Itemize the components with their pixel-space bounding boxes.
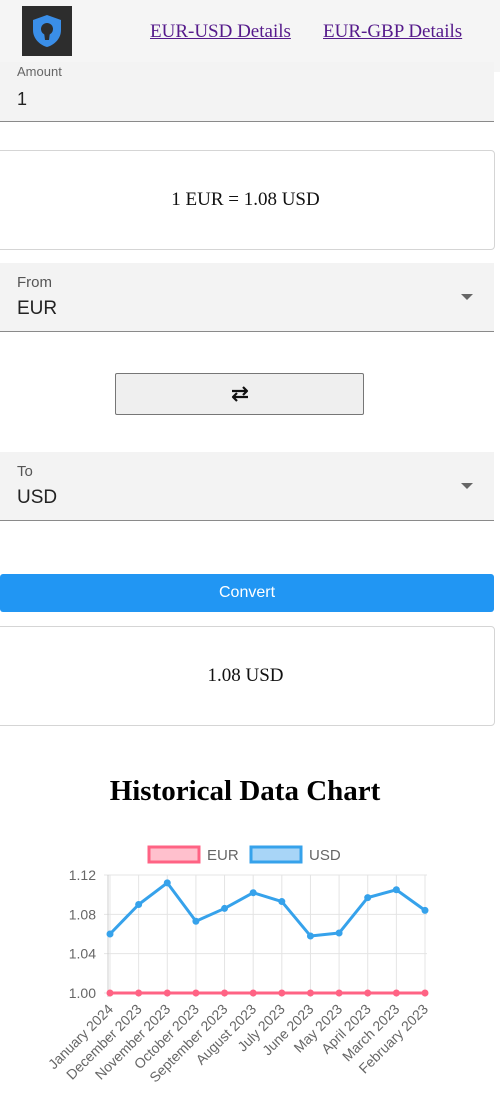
data-point-eur (249, 989, 257, 997)
swap-currencies-button[interactable] (115, 373, 364, 415)
chart-title: Historical Data Chart (109, 775, 381, 807)
rate-display: 1 EUR = 1.08 USD (0, 150, 495, 250)
y-tick-label: 1.08 (69, 906, 96, 922)
data-point-usd (335, 929, 343, 937)
legend-label-eur: EUR (207, 847, 239, 864)
data-point-eur (221, 989, 229, 997)
swap-arrows-icon (231, 386, 248, 402)
to-value: USD (17, 487, 58, 508)
data-point-usd (421, 906, 429, 914)
data-point-usd (106, 930, 114, 938)
to-currency-select[interactable]: To USD (0, 452, 494, 521)
eur-usd-details-link[interactable]: EUR-USD Details (150, 21, 291, 43)
data-point-eur (163, 989, 171, 997)
chevron-down-icon (461, 294, 473, 300)
data-point-eur (192, 989, 200, 997)
data-point-usd (192, 917, 200, 925)
convert-button[interactable]: Convert (0, 574, 494, 612)
from-currency-select[interactable]: From EUR (0, 263, 494, 332)
data-point-usd (221, 904, 229, 912)
y-tick-label: 1.00 (69, 985, 96, 1001)
data-point-usd (278, 898, 286, 906)
to-label: To (17, 463, 33, 480)
data-point-eur (106, 989, 114, 997)
y-tick-label: 1.04 (69, 946, 96, 962)
amount-input[interactable]: 1 (17, 89, 27, 110)
rate-text: 1 EUR = 1.08 USD (171, 189, 320, 210)
eur-gbp-details-link[interactable]: EUR-GBP Details (323, 21, 462, 43)
data-point-eur (364, 989, 372, 997)
data-point-usd (306, 932, 314, 940)
from-label: From (17, 274, 52, 291)
from-value: EUR (17, 298, 58, 319)
legend-swatch-usd (249, 845, 303, 864)
data-point-usd (364, 894, 372, 902)
data-point-eur (421, 989, 429, 997)
legend-swatch-eur (147, 845, 201, 864)
data-point-usd (392, 886, 400, 894)
data-point-eur (392, 989, 400, 997)
data-point-eur (306, 989, 314, 997)
amount-field[interactable]: Amount 1 (0, 62, 494, 122)
data-point-eur (135, 989, 143, 997)
shield-keyhole-icon (33, 15, 61, 47)
data-point-eur (335, 989, 343, 997)
series-line-usd (108, 881, 426, 938)
amount-label: Amount (17, 64, 62, 79)
data-point-usd (135, 901, 143, 908)
legend-label-usd: USD (309, 847, 341, 864)
result-display: 1.08 USD (0, 626, 495, 726)
data-point-usd (163, 879, 171, 887)
historical-line-chart: EUR USD1.121.081.041.00January 2024Decemb… (45, 845, 431, 1085)
chevron-down-icon (461, 483, 473, 489)
data-point-usd (249, 889, 257, 897)
data-point-eur (278, 989, 286, 997)
result-text: 1.08 USD (207, 665, 284, 686)
y-tick-label: 1.12 (69, 867, 96, 883)
app-logo[interactable] (22, 6, 72, 56)
